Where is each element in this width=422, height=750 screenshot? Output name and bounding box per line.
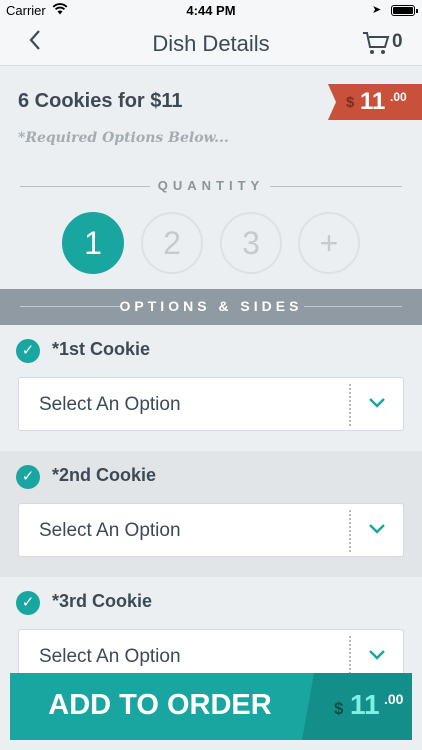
chevron-down-icon bbox=[367, 518, 387, 538]
price-currency: $ bbox=[346, 94, 355, 111]
quantity-option-more[interactable]: + bbox=[298, 212, 360, 274]
order-price-dollars: 11 bbox=[350, 689, 380, 720]
order-price-currency: $ bbox=[334, 699, 344, 718]
status-bar: Carrier 4:44 PM ➤ bbox=[0, 0, 422, 22]
nav-bar: Dish Details 0 bbox=[0, 22, 422, 66]
price-cents: .00 bbox=[390, 90, 407, 104]
check-icon: ✓ bbox=[16, 339, 40, 363]
chevron-down-icon bbox=[367, 644, 387, 664]
divider bbox=[349, 636, 353, 678]
required-note: *Required Options Below... bbox=[18, 130, 229, 146]
option-group-name: *1st Cookie bbox=[52, 339, 151, 359]
select-placeholder: Select An Option bbox=[39, 394, 181, 415]
check-icon: ✓ bbox=[16, 591, 40, 615]
dish-title: 6 Cookies for $11 bbox=[18, 90, 183, 112]
option-group-name: *2nd Cookie bbox=[52, 465, 157, 485]
option-group-1: ✓ *1st Cookie Select An Option bbox=[0, 325, 422, 451]
select-placeholder: Select An Option bbox=[39, 520, 181, 541]
location-arrow-icon: ➤ bbox=[372, 4, 382, 16]
price-tag: $ 11 .00 bbox=[328, 84, 422, 120]
divider bbox=[349, 384, 353, 426]
option-select-1[interactable]: Select An Option bbox=[18, 377, 404, 431]
status-time: 4:44 PM bbox=[186, 3, 236, 18]
chevron-down-icon bbox=[367, 392, 387, 412]
order-price-cents: .00 bbox=[384, 691, 404, 707]
add-to-order-button[interactable]: ADD TO ORDER $ 11 .00 bbox=[10, 673, 412, 740]
cart-icon bbox=[362, 32, 390, 60]
select-placeholder: Select An Option bbox=[39, 646, 181, 667]
cart-count: 0 bbox=[392, 31, 403, 52]
add-to-order-label: ADD TO ORDER bbox=[48, 689, 272, 721]
check-icon: ✓ bbox=[16, 465, 40, 489]
order-price: $ 11 .00 bbox=[302, 673, 412, 740]
page-title: Dish Details bbox=[152, 31, 270, 56]
quantity-option-1[interactable]: 1 bbox=[62, 212, 124, 274]
option-group-name: *3rd Cookie bbox=[52, 591, 153, 611]
divider bbox=[349, 510, 353, 552]
cart-button[interactable]: 0 bbox=[362, 30, 408, 58]
battery-icon bbox=[391, 5, 418, 16]
price-dollars: 11 bbox=[360, 88, 386, 115]
quantity-option-3[interactable]: 3 bbox=[220, 212, 282, 274]
options-section-header: OPTIONS & SIDES bbox=[0, 289, 422, 325]
option-group-2: ✓ *2nd Cookie Select An Option bbox=[0, 451, 422, 577]
quantity-option-2[interactable]: 2 bbox=[141, 212, 203, 274]
divider bbox=[270, 186, 402, 187]
option-select-2[interactable]: Select An Option bbox=[18, 503, 404, 557]
